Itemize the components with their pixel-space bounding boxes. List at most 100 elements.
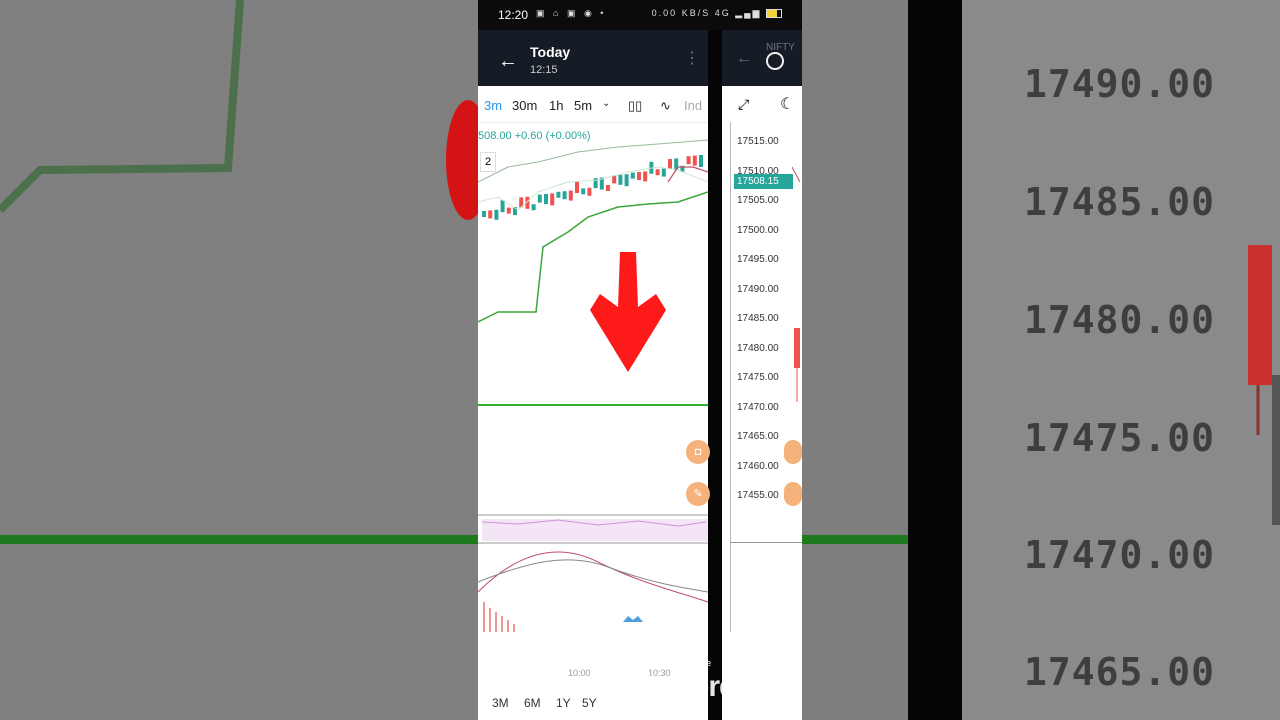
back-arrow-icon[interactable]: ←: [498, 50, 518, 73]
heart-icon: ♡: [572, 638, 588, 655]
right-pane-divider: [730, 542, 802, 543]
share-icon: ⋖: [514, 638, 528, 655]
candle: [655, 169, 660, 176]
status-indicators: 0.00 KB/S 4G ▂▄▆: [652, 8, 782, 19]
right-chart-toolbar: ⤢ ☾: [722, 88, 802, 122]
price-tick: 17470.00: [737, 401, 779, 413]
period-5y[interactable]: 5Y: [582, 696, 597, 710]
price-tick: 17495.00: [737, 254, 779, 265]
recorder-watermark: XRecorder: [620, 670, 764, 703]
candle: [692, 155, 697, 166]
right-chart-sliver: [792, 166, 801, 402]
net-type: 4G: [714, 8, 731, 18]
price-tick: 17465.00: [737, 431, 779, 442]
delete-label: Delete: [684, 658, 711, 668]
favorite-label: Favorite: [563, 658, 597, 668]
price-tick: 17500.00: [737, 224, 779, 236]
background-candle: [1248, 245, 1280, 525]
background-tick: 17480.00: [1024, 298, 1216, 342]
timeframe-30m[interactable]: 30m: [512, 98, 537, 113]
background-left-panel: [0, 0, 478, 720]
candle: [575, 181, 579, 193]
fullscreen-icon[interactable]: ⤢: [738, 96, 749, 113]
background-tick: 17470.00: [1024, 533, 1216, 577]
brand-logo-icon: [623, 616, 643, 622]
price-tick: 17475.00: [737, 372, 779, 383]
indicators-label[interactable]: Ind: [684, 98, 702, 113]
candle: [482, 211, 486, 217]
send-button[interactable]: ⋖ Send: [496, 636, 546, 668]
candle: [637, 172, 641, 180]
price-tick: 17455.00: [737, 490, 779, 501]
right-app-bar: ← NIFTY: [722, 30, 802, 86]
app-bar: ← Today 12:15 ⋮: [478, 30, 708, 86]
candle: [494, 209, 499, 220]
candle: [550, 193, 555, 206]
price-axis: 17515.00 17510.00 17505.00 17500.00 17495.00…: [730, 122, 793, 632]
indicators-icon[interactable]: ∿: [660, 98, 671, 114]
net-speed: 0.00 KB/S: [651, 8, 711, 18]
price-tick: 17490.00: [737, 283, 779, 295]
price-tick: 17515.00: [737, 136, 779, 147]
candle: [624, 174, 629, 187]
candle: [661, 168, 666, 177]
candlestick-type-icon[interactable]: ▯▯: [628, 98, 642, 114]
candle: [506, 207, 511, 214]
timeframe-1h[interactable]: 1h: [549, 98, 563, 113]
period-6m[interactable]: 6M: [524, 696, 541, 710]
page-subtitle: 12:15: [530, 64, 558, 76]
target-icon[interactable]: [766, 52, 784, 70]
page-title: Today: [530, 44, 571, 60]
more-button[interactable]: ⋮ More: [732, 636, 782, 668]
background-green-line: [802, 535, 908, 544]
chevron-down-icon[interactable]: ⌄: [602, 98, 610, 109]
overflow-menu-icon[interactable]: ⋮: [684, 48, 700, 68]
candle: [568, 190, 573, 201]
candle: [630, 172, 635, 179]
price-tick: 17485.00: [737, 313, 779, 324]
phone-screen: 12:20 ▣ ⌂ ▣ ◉ • 0.00 KB/S 4G ▂▄▆ ← Today…: [478, 0, 802, 720]
candle: [606, 185, 610, 191]
more-label: More: [746, 658, 768, 668]
send-label: Send: [510, 658, 532, 668]
background-left-chart: [0, 0, 478, 544]
candle: [556, 191, 561, 198]
background-black-strip: [908, 0, 962, 720]
symbol-label: NIFTY: [766, 42, 795, 53]
back-arrow-icon[interactable]: ←: [736, 50, 752, 68]
more-vertical-icon: ⋮: [749, 638, 765, 655]
candle: [537, 194, 542, 203]
candle: [686, 156, 691, 165]
timeframe-3m[interactable]: 3m: [484, 98, 502, 113]
candle: [699, 155, 703, 167]
candlestick-chart: [478, 139, 709, 632]
candle: [488, 210, 493, 219]
signal-icon: ▂▄▆: [735, 8, 762, 18]
camera-fab-icon[interactable]: ◘: [686, 440, 710, 464]
candle: [618, 174, 623, 185]
period-1y[interactable]: 1Y: [556, 696, 571, 710]
background-tick: 17490.00: [1024, 62, 1216, 106]
camera-fab-icon[interactable]: [784, 440, 802, 464]
draw-fab-icon[interactable]: [784, 482, 802, 506]
background-price-area: 17490.00 17485.00 17480.00 17475.00 1747…: [962, 0, 1280, 720]
trash-icon: 🗑: [687, 638, 709, 655]
timeframe-5m[interactable]: 5m: [574, 98, 592, 113]
chart-canvas[interactable]: ◘ ✎: [478, 122, 710, 642]
candle: [562, 191, 567, 200]
candle: [531, 204, 536, 211]
split-divider: [708, 30, 722, 720]
candle: [500, 200, 505, 213]
edit-button[interactable]: ✎ Edit: [614, 636, 664, 668]
delete-button[interactable]: 🗑 Delete: [673, 636, 723, 668]
price-tick: 17505.00: [737, 195, 779, 206]
pencil-icon: ✎: [632, 638, 646, 655]
background-right-panel: 17490.00 17485.00 17480.00 17475.00 1747…: [802, 0, 1280, 720]
red-arrow-annotation: [590, 252, 666, 372]
favorite-button[interactable]: ♡ Favorite: [555, 636, 605, 668]
period-3m[interactable]: 3M: [492, 696, 509, 710]
draw-fab-icon[interactable]: ✎: [686, 482, 710, 506]
chart-toolbar: 3m 30m 1h 5m ⌄ ▯▯ ∿ Ind: [478, 88, 708, 123]
moon-icon[interactable]: ☾: [780, 94, 794, 114]
current-price-badge: 17508.15: [734, 174, 793, 189]
